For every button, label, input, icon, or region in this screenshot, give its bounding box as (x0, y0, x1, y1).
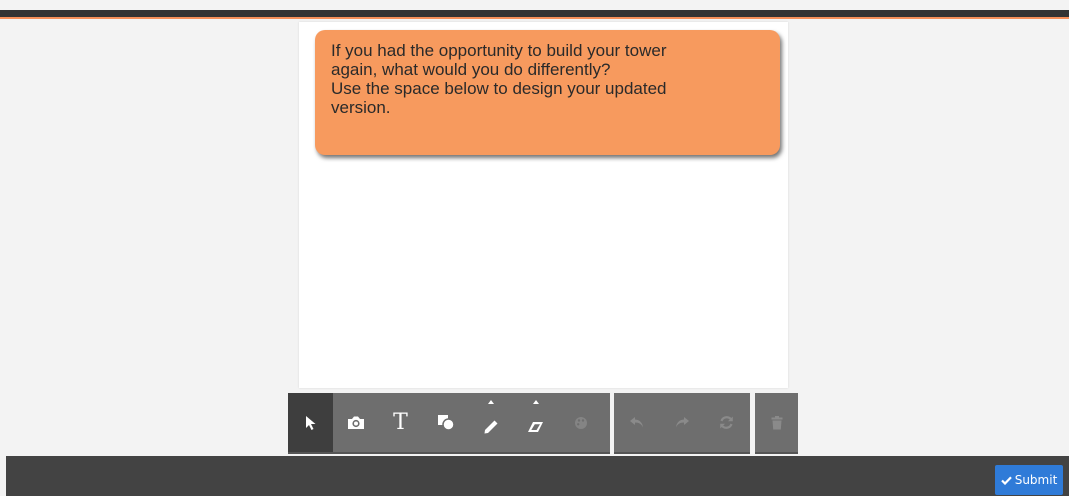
undo-icon (629, 417, 643, 428)
undo-button[interactable] (614, 393, 659, 452)
delete-button[interactable] (755, 393, 798, 452)
color-tool-button[interactable] (558, 393, 603, 452)
pencil-icon (484, 420, 497, 433)
refresh-icon (720, 416, 733, 429)
shapes-icon (437, 415, 455, 431)
trash-group (755, 393, 798, 454)
palette-icon (574, 416, 587, 429)
shapes-tool-button[interactable] (423, 393, 468, 452)
submit-label: Submit (1014, 473, 1058, 487)
eraser-tool-button[interactable] (513, 393, 558, 452)
reset-button[interactable] (704, 393, 749, 452)
trash-icon (771, 415, 782, 429)
top-accent-line (0, 17, 1069, 19)
prompt-card[interactable]: If you had the opportunity to build your… (315, 30, 780, 155)
camera-tool-button[interactable] (333, 393, 378, 452)
prompt-line: If you had the opportunity to build your… (331, 41, 667, 60)
top-header-bar (0, 10, 1069, 17)
redo-icon (675, 417, 689, 428)
bottom-bar (6, 456, 1069, 496)
camera-icon (347, 416, 364, 429)
history-group (614, 393, 750, 454)
check-icon (1000, 475, 1012, 485)
tools-group: T (288, 393, 610, 454)
cursor-arrow-icon (305, 415, 315, 430)
caret-up-icon (487, 400, 494, 404)
text-icon: T (393, 409, 408, 435)
prompt-line: version. (331, 98, 391, 117)
text-tool-button[interactable]: T (378, 393, 423, 452)
select-tool-button[interactable] (288, 393, 333, 452)
eraser-icon (527, 421, 543, 432)
caret-up-icon (532, 400, 539, 404)
pencil-tool-button[interactable] (468, 393, 513, 452)
prompt-line: Use the space below to design your updat… (331, 79, 667, 98)
submit-button[interactable]: Submit (995, 465, 1063, 495)
prompt-line: again, what would you do differently? (331, 60, 611, 79)
redo-button[interactable] (659, 393, 704, 452)
